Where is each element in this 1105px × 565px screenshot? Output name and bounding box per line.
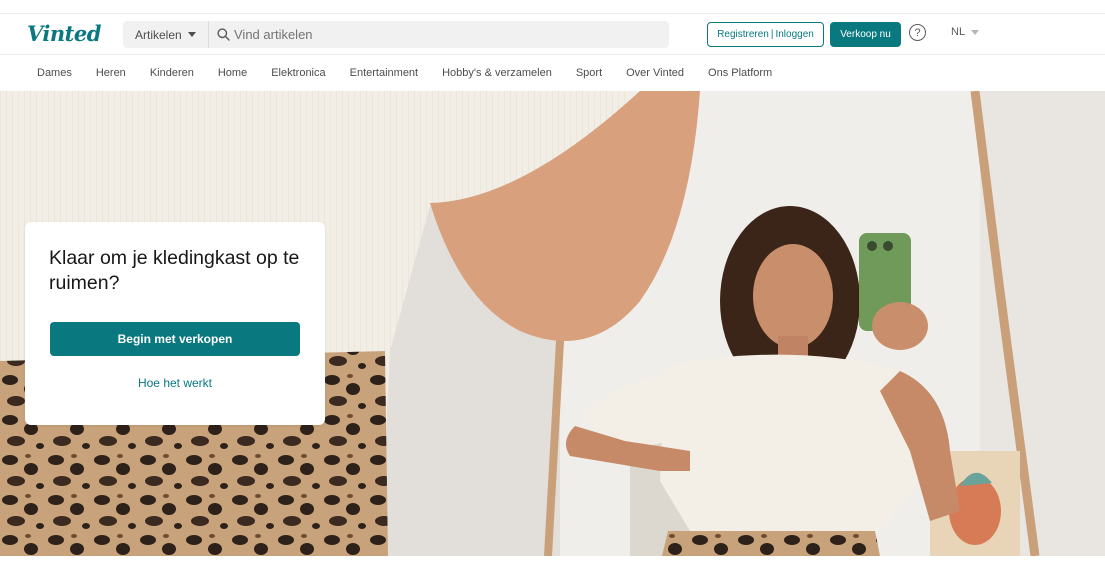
language-selector[interactable]: NL: [951, 26, 980, 38]
search-bar: Artikelen: [123, 21, 669, 48]
language-label: NL: [951, 26, 966, 38]
nav-item-entertainment[interactable]: Entertainment: [338, 67, 430, 79]
category-nav: Dames Heren Kinderen Home Elektronica En…: [0, 55, 1105, 90]
search-input[interactable]: [234, 21, 654, 48]
nav-item-heren[interactable]: Heren: [84, 67, 138, 79]
vinted-logo[interactable]: Vinted: [27, 21, 101, 46]
auth-separator: |: [770, 29, 774, 40]
nav-item-sport[interactable]: Sport: [564, 67, 614, 79]
site-header: Vinted Artikelen Registreren | Inloggen …: [0, 14, 1105, 54]
nav-item-ons-platform[interactable]: Ons Platform: [696, 67, 784, 79]
start-selling-button[interactable]: Begin met verkopen: [50, 322, 300, 356]
search-category-label: Artikelen: [135, 27, 182, 42]
nav-item-elektronica[interactable]: Elektronica: [259, 67, 337, 79]
how-it-works-link[interactable]: Hoe het werkt: [50, 372, 300, 394]
login-label: Inloggen: [775, 29, 814, 40]
hero-banner: Klaar om je kledingkast op te ruimen? Be…: [0, 91, 1105, 556]
nav-item-hobbys[interactable]: Hobby's & verzamelen: [430, 67, 564, 79]
search-icon: [217, 28, 230, 41]
nav-item-kinderen[interactable]: Kinderen: [138, 67, 206, 79]
register-login-button[interactable]: Registreren | Inloggen: [707, 22, 824, 47]
chevron-down-icon: [971, 29, 980, 35]
nav-item-dames[interactable]: Dames: [25, 67, 84, 79]
hero-card: Klaar om je kledingkast op te ruimen? Be…: [25, 222, 325, 425]
help-icon[interactable]: ?: [909, 24, 926, 41]
nav-item-over-vinted[interactable]: Over Vinted: [614, 67, 696, 79]
chevron-down-icon: [187, 32, 196, 37]
hero-title: Klaar om je kledingkast op te ruimen?: [49, 247, 300, 294]
sell-now-button[interactable]: Verkoop nu: [830, 22, 901, 47]
search-category-dropdown[interactable]: Artikelen: [123, 21, 209, 48]
nav-item-home[interactable]: Home: [206, 67, 259, 79]
register-label: Registreren: [717, 29, 769, 40]
